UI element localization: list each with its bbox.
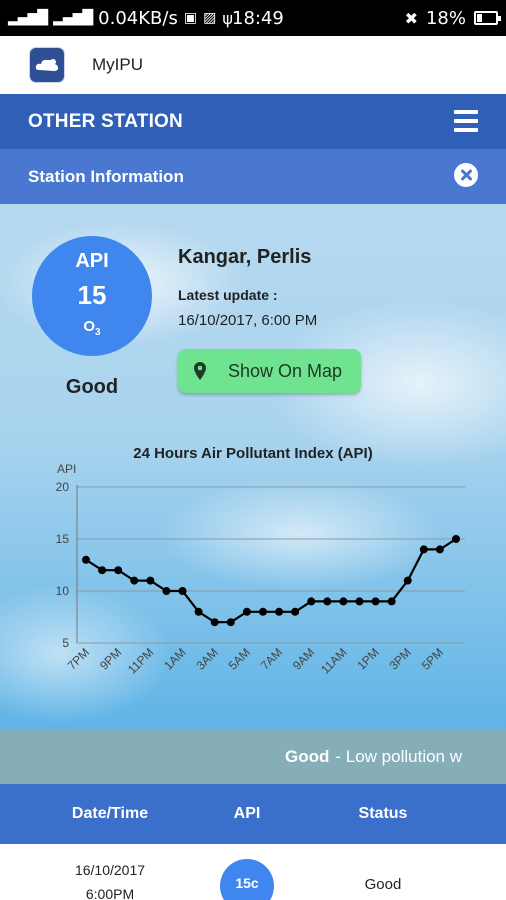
hamburger-menu-icon[interactable] <box>454 110 478 132</box>
update-label: Latest update : <box>178 287 278 303</box>
api-chart: 24 Hours Air Pollutant Index (API) API 5… <box>40 438 480 698</box>
y-tick-label: 10 <box>56 584 70 598</box>
header-datetime: Date/Time <box>71 805 149 822</box>
data-point <box>452 535 460 543</box>
chart-title: 24 Hours Air Pollutant Index (API) <box>133 445 372 462</box>
row-status: Good <box>364 876 402 893</box>
x-tick-label: 3AM <box>193 645 220 672</box>
pollutant-subscript: 3 <box>95 327 101 338</box>
data-point <box>194 607 203 616</box>
x-tick-label: 1PM <box>354 645 381 672</box>
app-logo-icon <box>30 48 64 82</box>
y-tick-label: 20 <box>56 480 70 494</box>
data-point <box>419 545 428 554</box>
mute-icon: ✖ <box>404 8 418 28</box>
station-name: Kangar, Perlis <box>178 246 312 268</box>
data-point <box>435 545 444 554</box>
x-tick-label: 1AM <box>161 645 188 672</box>
data-point <box>130 576 139 585</box>
ticker-message: - Low pollution w <box>335 746 463 766</box>
map-pin-icon <box>194 362 206 380</box>
api-chart-svg: 24 Hours Air Pollutant Index (API) API 5… <box>56 445 465 677</box>
battery-percent: 18% <box>425 7 466 29</box>
data-point <box>355 597 364 606</box>
data-point <box>210 618 219 627</box>
header-status: Status <box>358 805 408 822</box>
x-tick-label: 9PM <box>97 645 124 672</box>
x-tick-label: 7AM <box>258 645 285 672</box>
signal-icon-2: ▂▄▆█ <box>53 10 93 26</box>
data-point <box>323 597 332 606</box>
app-title: MyIPU <box>92 55 143 74</box>
ticker-text: Good - Low pollution w <box>285 729 462 784</box>
y-tick-label: 15 <box>56 532 70 546</box>
station-info-bar: Station Information <box>0 149 506 204</box>
battery-icon <box>474 11 501 25</box>
api-status-label: Good <box>65 376 119 398</box>
row-date: 16/10/2017 <box>74 862 146 878</box>
ticker-status: Good <box>285 746 330 766</box>
row-datetime: 16/10/2017 6:00PM <box>40 858 180 900</box>
data-point <box>307 597 316 606</box>
clock: 18:49 <box>232 7 284 29</box>
table-row[interactable]: 16/10/2017 6:00PM 15c Good <box>0 844 506 900</box>
status-left: ▂▄▆█ ▂▄▆█ 0.04KB/s ▣ ▨ ψ <box>8 0 233 36</box>
close-icon[interactable] <box>454 163 478 187</box>
data-point <box>258 607 267 616</box>
data-point <box>242 607 251 616</box>
x-tick-label: 11AM <box>318 645 349 676</box>
data-point <box>82 555 90 564</box>
api-badge: API 15 O3 <box>32 236 152 356</box>
data-point <box>162 587 171 595</box>
x-tick-label: 5AM <box>226 645 253 672</box>
header-api: API <box>233 805 261 822</box>
row-api-badge: 15c <box>220 859 274 900</box>
page-title: OTHER STATION <box>28 110 183 132</box>
section-title: Station Information <box>28 166 184 186</box>
app-bar: MyIPU <box>0 36 506 94</box>
image-icon: ▨ <box>203 10 217 26</box>
update-value: 16/10/2017, 6:00 PM <box>178 312 318 329</box>
data-point <box>98 566 107 575</box>
status-right: ✖ 18% <box>404 0 501 36</box>
api-series-line <box>85 538 457 624</box>
data-point <box>371 597 380 606</box>
data-point <box>291 607 300 616</box>
pollutant-label: O3 <box>32 318 152 338</box>
status-bar: ▂▄▆█ ▂▄▆█ 0.04KB/s ▣ ▨ ψ 18:49 ✖ 18% <box>0 0 506 36</box>
show-on-map-label: Show On Map <box>228 360 343 381</box>
data-point <box>275 607 284 616</box>
show-on-map-button[interactable]: Show On Map <box>178 349 361 393</box>
data-point <box>146 576 155 585</box>
chart-y-axis-label: API <box>57 462 76 476</box>
api-label: API <box>75 250 109 272</box>
data-point <box>339 597 348 606</box>
api-value: 15 <box>77 280 107 310</box>
sim-icon: ▣ <box>183 10 198 26</box>
status-ticker: Good - Low pollution w <box>0 729 506 784</box>
data-point <box>226 618 235 627</box>
network-speed: 0.04KB/s <box>98 7 178 29</box>
x-tick-label: 9AM <box>290 645 317 672</box>
history-table-header: Date/Time API Status <box>0 784 506 844</box>
row-time: 6:00PM <box>85 886 135 900</box>
data-point <box>114 566 123 575</box>
x-tick-label: 3PM <box>387 645 414 672</box>
pollutant-symbol: O <box>83 318 96 335</box>
x-tick-label: 5PM <box>419 645 446 672</box>
nav-bar: OTHER STATION <box>0 94 506 149</box>
data-point <box>403 576 412 585</box>
data-point <box>387 597 396 606</box>
y-tick-label: 5 <box>62 636 69 650</box>
signal-icon: ▂▄▆█ <box>8 10 48 26</box>
data-point <box>178 587 187 595</box>
x-tick-label: 11PM <box>125 645 156 676</box>
